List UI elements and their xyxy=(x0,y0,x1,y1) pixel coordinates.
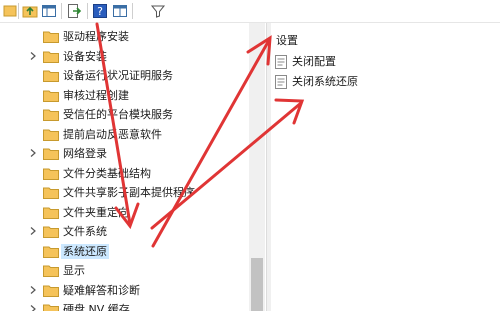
tree-item-label: 受信任的平台模块服务 xyxy=(63,108,173,121)
chevron-right-icon[interactable] xyxy=(28,226,38,236)
tree-item-label: 文件夹重定向 xyxy=(63,205,129,219)
toolbar-separator xyxy=(61,3,62,19)
export-list-icon[interactable] xyxy=(66,3,82,19)
help-icon[interactable]: ? xyxy=(92,3,108,19)
tree-item-label: 提前启动反恶意软件 xyxy=(63,127,162,141)
tree-item-label: 硬盘 NV 缓存 xyxy=(63,303,130,311)
chevron-right-icon[interactable] xyxy=(28,51,38,61)
policy-setting-icon xyxy=(275,75,287,89)
tree-item-label: 显示 xyxy=(63,264,85,277)
properties-icon[interactable] xyxy=(112,3,128,19)
setting-label: 关闭系统还原 xyxy=(292,75,358,88)
tree-item[interactable]: 审核过程创建 xyxy=(0,86,249,106)
tree-item-label: 审核过程创建 xyxy=(63,88,129,102)
tree-item[interactable]: 受信任的平台模块服务 xyxy=(0,105,249,125)
chevron-right-icon[interactable] xyxy=(28,285,38,295)
tree-item[interactable]: 硬盘 NV 缓存 xyxy=(0,300,249,311)
tree-item[interactable]: 系统还原 xyxy=(0,242,249,262)
folder-icon xyxy=(43,129,59,141)
chevron-right-icon[interactable] xyxy=(28,148,38,158)
folder-icon xyxy=(43,304,59,311)
tree-item[interactable]: 驱动程序安装 xyxy=(0,27,249,47)
folder-icon xyxy=(43,31,59,43)
svg-text:?: ? xyxy=(97,5,103,18)
tree-item[interactable]: 设备运行状况证明服务 xyxy=(0,66,249,86)
folder-icon xyxy=(43,90,59,102)
setting-label: 关闭配置 xyxy=(292,55,336,68)
tree-item[interactable]: 文件共享影子副本提供程序 xyxy=(0,183,249,203)
tree-item[interactable]: 网络登录 xyxy=(0,144,249,164)
tree-item[interactable]: 文件分类基础结构 xyxy=(0,164,249,184)
tree-item[interactable]: 文件系统 xyxy=(0,222,249,242)
tree-item[interactable]: 提前启动反恶意软件 xyxy=(0,125,249,145)
folder-icon xyxy=(43,148,59,160)
tree-item-label: 系统还原 xyxy=(61,243,109,259)
folder-icon xyxy=(43,265,59,277)
navigation-tree: 驱动程序安装 设备安装设备运行状况证明服务 审核过程创建受信任的平台模块服务 提前启动… xyxy=(0,23,265,311)
up-folder-icon[interactable] xyxy=(22,3,38,19)
folder-icon xyxy=(43,168,59,180)
folder-icon xyxy=(43,187,59,199)
toolbar-separator xyxy=(87,3,88,19)
show-hide-tree-icon[interactable] xyxy=(41,3,57,19)
filter-icon[interactable] xyxy=(150,3,166,19)
setting-item[interactable]: 关闭配置 xyxy=(275,53,475,71)
folder-icon xyxy=(43,226,59,238)
policy-setting-icon xyxy=(275,55,287,69)
folder-icon xyxy=(43,246,59,258)
tree-item-label: 驱动程序安装 xyxy=(63,30,129,43)
toolbar-separator xyxy=(132,3,133,19)
setting-item[interactable]: 关闭系统还原 xyxy=(275,73,475,91)
folder-icon xyxy=(43,109,59,121)
toolbar: ? xyxy=(0,0,500,23)
tree-item-label: 文件分类基础结构 xyxy=(63,166,151,180)
tree-item-label: 文件共享影子副本提供程序 xyxy=(63,186,195,199)
folder-icon xyxy=(43,70,59,82)
tree-item-label: 设备安装 xyxy=(63,49,107,63)
settings-pane: 设置 关闭配置 关闭系统还原 xyxy=(271,23,500,311)
folder-icon xyxy=(43,51,59,63)
folder-icon xyxy=(43,285,59,297)
tree-scrollbar-thumb[interactable] xyxy=(251,258,263,311)
settings-column-header[interactable]: 设置 xyxy=(276,33,298,48)
tree-item[interactable]: 设备安装 xyxy=(0,47,249,67)
tree-item[interactable]: 文件夹重定向 xyxy=(0,203,249,223)
tree-item[interactable]: 显示 xyxy=(0,261,249,281)
tree-item[interactable]: 疑难解答和诊断 xyxy=(0,281,249,301)
tree-item-label: 设备运行状况证明服务 xyxy=(63,69,173,82)
toolbar-separator xyxy=(18,3,19,19)
tree-item-label: 网络登录 xyxy=(63,147,107,160)
chevron-right-icon[interactable] xyxy=(28,304,38,311)
folder-icon xyxy=(43,207,59,219)
tree-item-label: 文件系统 xyxy=(63,225,107,238)
tree-item-label: 疑难解答和诊断 xyxy=(63,283,140,297)
back-icon[interactable] xyxy=(2,3,18,19)
